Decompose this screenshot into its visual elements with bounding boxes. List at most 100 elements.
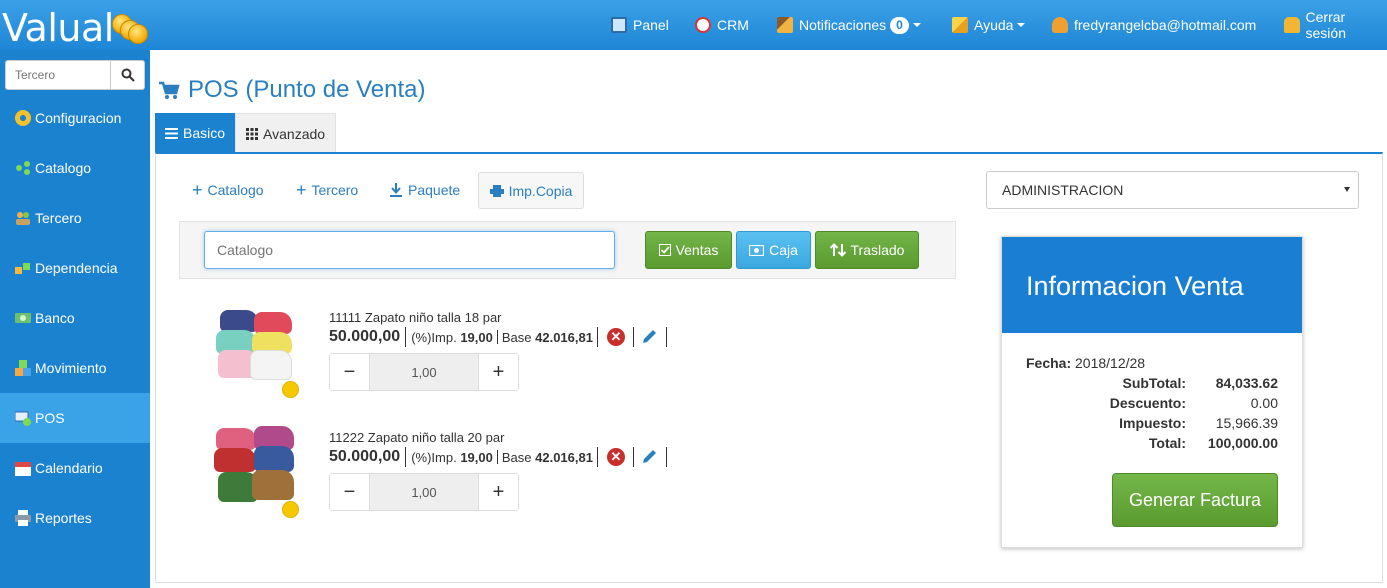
dependency-select[interactable]: ADMINISTRACION: [986, 171, 1359, 209]
checkbox-icon: [658, 244, 671, 256]
caja-label: Caja: [769, 242, 798, 258]
traslado-label: Traslado: [850, 242, 905, 258]
gear-icon: [15, 110, 31, 126]
subtotal-row: SubTotal: 84,033.62: [1026, 375, 1278, 395]
descuento-row: Descuento: 0.00: [1026, 395, 1278, 415]
crm-icon: [695, 17, 711, 33]
increase-button[interactable]: +: [479, 354, 518, 390]
product-name: 11111 Zapato niño talla 18 par: [329, 310, 502, 325]
tab-label: Avanzado: [263, 125, 326, 142]
ventas-label: Ventas: [675, 242, 719, 258]
ventas-button[interactable]: Ventas: [645, 231, 732, 269]
base-label: Base: [501, 329, 532, 345]
nav-logout[interactable]: Cerrar sesión: [1284, 0, 1387, 50]
nav-notificaciones[interactable]: Notificaciones 0: [777, 0, 921, 50]
impuesto-label: Impuesto:: [1119, 415, 1186, 431]
edit-pencil-icon[interactable]: [640, 328, 658, 346]
product-price-line: 50.000,00 (%)Imp. 19,00 Base 42.016,81 ✕: [329, 446, 667, 468]
sidebar-item-calendario[interactable]: Calendario: [0, 443, 150, 493]
add-catalogo-label: Catalogo: [207, 182, 264, 198]
app-logo[interactable]: Valual: [0, 4, 150, 50]
nav-crm[interactable]: CRM: [695, 0, 749, 50]
sidebar-item-label: Calendario: [35, 460, 103, 476]
sidebar-item-reportes[interactable]: Reportes: [0, 493, 150, 543]
traslado-button[interactable]: Traslado: [815, 231, 919, 269]
dependency-select-value: ADMINISTRACION: [1002, 182, 1124, 198]
sale-info-box: Informacion Venta Fecha: 2018/12/28 SubT…: [1001, 236, 1303, 548]
coins-icon: [112, 14, 148, 44]
page-title-text: POS (Punto de Venta): [188, 76, 426, 103]
tab-label: Basico: [183, 125, 226, 141]
base-label: Base: [501, 449, 532, 465]
generate-invoice-button[interactable]: Generar Factura: [1112, 473, 1278, 527]
nav-panel-label: Panel: [633, 17, 669, 33]
caja-button[interactable]: Caja: [736, 231, 811, 269]
nav-ayuda-label: Ayuda: [974, 17, 1014, 33]
monitor-icon: [611, 17, 627, 33]
subtotal-label: SubTotal:: [1122, 375, 1186, 391]
tab-basico[interactable]: Basico: [155, 113, 236, 153]
cart-icon: [159, 81, 180, 99]
product-price: 50.000,00: [329, 328, 401, 345]
sidebar-item-catalogo[interactable]: Catalogo: [0, 143, 150, 193]
status-dot: [282, 501, 299, 518]
decrease-button[interactable]: −: [330, 474, 369, 510]
nav-ayuda[interactable]: Ayuda: [952, 0, 1026, 50]
add-catalogo-link[interactable]: + Catalogo: [192, 172, 264, 208]
remove-item-icon[interactable]: ✕: [606, 328, 625, 346]
pencil-help-icon: [952, 17, 968, 33]
total-value: 100,000.00: [1207, 435, 1278, 451]
cash-icon: [749, 244, 765, 256]
sidebar-search-input[interactable]: [6, 61, 111, 89]
people-icon: [15, 210, 31, 226]
sidebar-item-dependencia[interactable]: Dependencia: [0, 243, 150, 293]
broom-icon: [777, 17, 793, 33]
product-image: [210, 304, 300, 398]
calendar-icon: [15, 460, 31, 476]
decrease-button[interactable]: −: [330, 354, 369, 390]
catalog-search-input[interactable]: [204, 231, 615, 269]
total-row: Total: 100,000.00: [1026, 435, 1278, 455]
sidebar-item-pos[interactable]: POS: [0, 393, 150, 443]
product-price: 50.000,00: [329, 448, 401, 465]
impuesto-row: Impuesto: 15,966.39: [1026, 415, 1278, 435]
imp-copia-button[interactable]: Imp.Copia: [478, 172, 584, 209]
sale-info-title: Informacion Venta: [1002, 237, 1302, 333]
sidebar-item-banco[interactable]: Banco: [0, 293, 150, 343]
descuento-label: Descuento:: [1109, 395, 1186, 411]
sidebar-search-button[interactable]: [110, 61, 144, 89]
increase-button[interactable]: +: [479, 474, 518, 510]
lock-icon: [1284, 17, 1300, 33]
status-dot: [282, 381, 299, 398]
quantity-value[interactable]: 1,00: [369, 474, 479, 510]
nav-user[interactable]: fredyrangelcba@hotmail.com: [1052, 0, 1256, 50]
descuento-value: 0.00: [1250, 395, 1278, 411]
sidebar-item-label: Dependencia: [35, 260, 118, 276]
page-title: POS (Punto de Venta): [158, 76, 425, 104]
nav-notificaciones-label: Notificaciones: [799, 17, 887, 33]
add-tercero-link[interactable]: + Tercero: [296, 172, 358, 208]
base-value: 42.016,81: [535, 449, 593, 465]
notification-count-badge: 0: [890, 16, 909, 34]
total-label: Total:: [1148, 435, 1186, 451]
sidebar-item-configuracion[interactable]: Configuracion: [0, 93, 150, 143]
paquete-link[interactable]: Paquete: [390, 172, 460, 208]
nav-panel[interactable]: Panel: [611, 0, 669, 50]
sidebar-item-label: Tercero: [35, 210, 82, 226]
product-price-line: 50.000,00 (%)Imp. 19,00 Base 42.016,81 ✕: [329, 326, 667, 348]
chevron-down-icon: [912, 23, 921, 27]
sidebar-item-label: POS: [35, 410, 65, 426]
transfer-arrows-icon: [829, 243, 846, 257]
tab-avanzado[interactable]: Avanzado: [235, 113, 337, 153]
download-icon: [390, 183, 402, 197]
sidebar-item-movimiento[interactable]: Movimiento: [0, 343, 150, 393]
edit-pencil-icon[interactable]: [640, 448, 658, 466]
tabs: Basico Avanzado: [155, 113, 337, 153]
remove-item-icon[interactable]: ✕: [606, 448, 625, 466]
quantity-value[interactable]: 1,00: [369, 354, 479, 390]
fecha-label: Fecha:: [1026, 355, 1072, 371]
chevron-down-icon: [1344, 187, 1350, 192]
nav-logout-label: Cerrar sesión: [1305, 9, 1346, 41]
paquete-label: Paquete: [408, 182, 461, 198]
sidebar-item-tercero[interactable]: Tercero: [0, 193, 150, 243]
